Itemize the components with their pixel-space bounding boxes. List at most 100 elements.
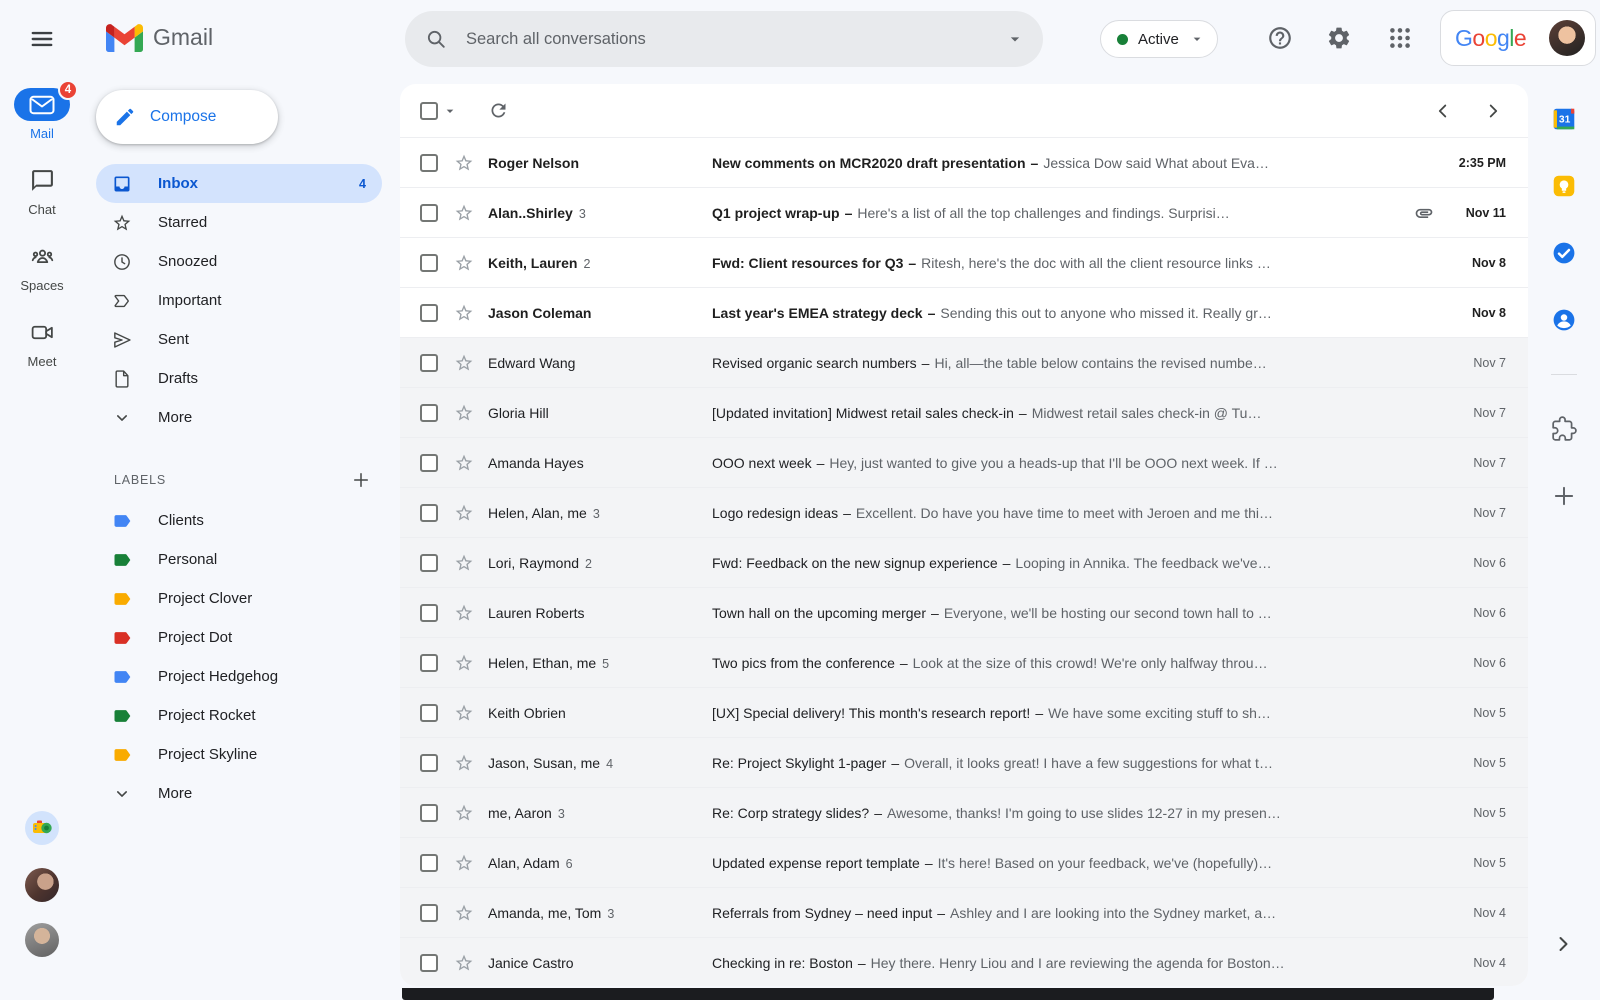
row-checkbox[interactable] [420,603,438,622]
row-checkbox[interactable] [420,153,438,172]
woman-avatar[interactable] [25,868,59,902]
extension-icon[interactable] [1551,416,1577,442]
star-icon[interactable] [454,303,474,323]
newer-page-icon[interactable] [1432,100,1454,122]
star-icon[interactable] [454,203,474,223]
email-row[interactable]: Keith Obrien [UX] Special delivery! This… [400,687,1528,737]
row-checkbox[interactable] [420,503,438,522]
row-checkbox[interactable] [420,403,438,422]
sidebar-item-important[interactable]: Important [96,281,382,320]
select-all-checkbox[interactable] [420,101,438,120]
labels-more[interactable]: More [96,774,382,813]
camera-avatar[interactable] [25,811,59,845]
sidebar-item-more[interactable]: More [96,398,382,437]
row-checkbox[interactable] [420,803,438,822]
sidebar-item-drafts[interactable]: Drafts [96,359,382,398]
row-checkbox[interactable] [420,753,438,772]
select-options-caret-icon[interactable] [442,103,458,119]
label-item-project-hedgehog[interactable]: Project Hedgehog [96,657,382,696]
google-account-card[interactable]: Google [1440,10,1596,66]
compose-button[interactable]: Compose [96,90,278,144]
email-row[interactable]: Jason, Susan, me 4 Re: Project Skylight 1… [400,737,1528,787]
plus-icon[interactable] [1551,483,1577,509]
sidebar-item-starred[interactable]: Starred [96,203,382,242]
row-checkbox[interactable] [420,553,438,572]
email-row[interactable]: Lori, Raymond 2 Fwd: Feedback on the new … [400,537,1528,587]
calendar-icon[interactable]: 31 [1551,106,1577,132]
star-icon[interactable] [454,953,474,973]
user-avatar[interactable] [1549,20,1585,56]
search-input[interactable] [464,28,1005,50]
main-menu-button[interactable] [22,19,62,59]
sidebar-item-sent[interactable]: Sent [96,320,382,359]
row-checkbox[interactable] [420,303,438,322]
search-bar[interactable] [405,11,1043,67]
star-icon[interactable] [454,353,474,373]
row-checkbox[interactable] [420,253,438,272]
hide-side-panel-icon[interactable] [1551,932,1575,956]
email-row[interactable]: Alan..Shirley 3 Q1 project wrap-up – Here's… [400,187,1528,237]
star-icon[interactable] [454,803,474,823]
star-icon[interactable] [454,253,474,273]
label-item-personal[interactable]: Personal [96,540,382,579]
support-button[interactable] [1266,25,1294,53]
email-row[interactable]: Keith, Lauren 2 Fwd: Client resources for… [400,237,1528,287]
keep-icon[interactable] [1551,173,1577,199]
sidebar-item-snoozed[interactable]: Snoozed [96,242,382,281]
star-icon[interactable] [454,453,474,473]
star-icon[interactable] [454,553,474,573]
label-tag-icon [112,706,132,726]
add-label-button[interactable] [346,465,376,495]
man-avatar[interactable] [25,923,59,957]
search-icon[interactable] [425,28,447,50]
star-icon[interactable] [454,653,474,673]
label-item-project-clover[interactable]: Project Clover [96,579,382,618]
email-row[interactable]: Roger Nelson New comments on MCR2020 dra… [400,137,1528,187]
email-row[interactable]: Amanda, me, Tom 3 Referrals from Sydney –… [400,887,1528,937]
email-row[interactable]: Lauren Roberts Town hall on the upcoming… [400,587,1528,637]
label-item-clients[interactable]: Clients [96,501,382,540]
settings-button[interactable] [1325,25,1353,53]
refresh-icon[interactable] [488,100,509,121]
search-options-caret-icon[interactable] [1005,29,1025,49]
rail-item-chat[interactable]: Chat [0,164,84,236]
email-row[interactable]: Helen, Alan, me 3 Logo redesign ideas – Exc… [400,487,1528,537]
contacts-icon[interactable] [1551,307,1577,333]
email-row[interactable]: Edward Wang Revised organic search numbe… [400,337,1528,387]
rail-item-meet[interactable]: Meet [0,316,84,388]
row-checkbox[interactable] [420,853,438,872]
email-row[interactable]: Alan, Adam 6 Updated expense report templ… [400,837,1528,887]
star-icon[interactable] [454,753,474,773]
email-row[interactable]: Jason Coleman Last year's EMEA strategy … [400,287,1528,337]
label-item-project-rocket[interactable]: Project Rocket [96,696,382,735]
star-icon[interactable] [454,603,474,623]
star-icon[interactable] [454,853,474,873]
email-row[interactable]: Janice Castro Checking in re: Boston – Hey… [400,937,1528,986]
row-checkbox[interactable] [420,453,438,472]
row-checkbox[interactable] [420,203,438,222]
row-checkbox[interactable] [420,653,438,672]
row-checkbox[interactable] [420,903,438,922]
star-icon[interactable] [454,903,474,923]
sidebar-item-inbox[interactable]: Inbox 4 [96,164,382,203]
star-icon[interactable] [454,703,474,723]
apps-grid-button[interactable] [1386,25,1414,53]
email-row[interactable]: Gloria Hill [Updated invitation] Midwest… [400,387,1528,437]
email-sender: Lori, Raymond 2 [488,554,592,571]
row-checkbox[interactable] [420,353,438,372]
star-icon[interactable] [454,503,474,523]
label-item-project-dot[interactable]: Project Dot [96,618,382,657]
rail-item-mail[interactable]: 4 Mail [0,80,84,160]
older-page-icon[interactable] [1482,100,1504,122]
row-checkbox[interactable] [420,953,438,972]
email-row[interactable]: Helen, Ethan, me 5 Two pics from the conf… [400,637,1528,687]
star-icon[interactable] [454,153,474,173]
row-checkbox[interactable] [420,703,438,722]
email-row[interactable]: Amanda Hayes OOO next week – Hey, just wan… [400,437,1528,487]
email-row[interactable]: me, Aaron 3 Re: Corp strategy slides? – Awe… [400,787,1528,837]
rail-item-spaces[interactable]: Spaces [0,240,84,312]
label-item-project-skyline[interactable]: Project Skyline [96,735,382,774]
status-selector[interactable]: Active [1100,20,1218,58]
star-icon[interactable] [454,403,474,423]
tasks-icon[interactable] [1551,240,1577,266]
